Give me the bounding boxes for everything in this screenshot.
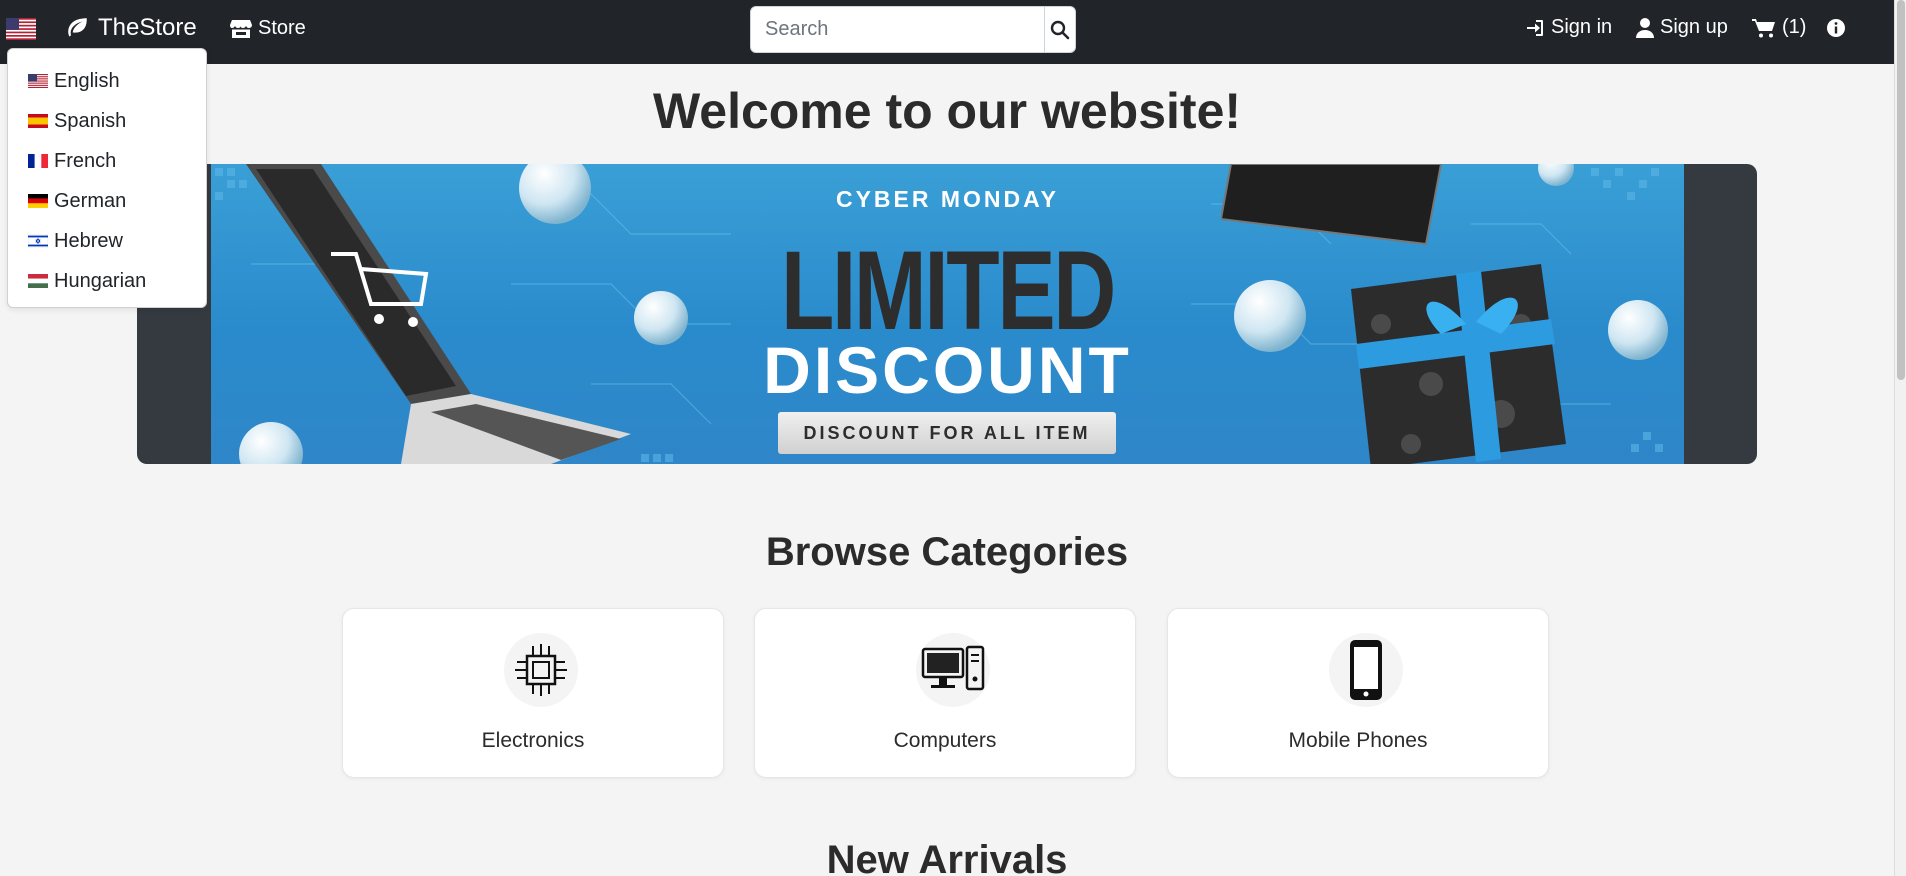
language-label: Hebrew (54, 229, 123, 252)
language-label: French (54, 149, 117, 172)
language-option-spanish[interactable]: Spanish (8, 101, 206, 141)
new-arrivals-heading: New Arrivals (826, 838, 1068, 876)
desktop-computer-icon (921, 645, 985, 691)
language-selector-button[interactable] (6, 18, 36, 40)
cyber-monday-banner-image: CYBER MONDAY LIMITED DISCOUNT DISCOUNT F… (211, 164, 1684, 464)
language-option-english[interactable]: English (8, 61, 206, 101)
us-flag-icon (28, 74, 48, 88)
search-icon (1050, 20, 1070, 39)
language-option-hungarian[interactable]: Hungarian (8, 261, 206, 301)
info-button[interactable] (1826, 18, 1846, 38)
user-icon (1636, 17, 1654, 38)
store-label: Store (258, 17, 306, 39)
info-icon (1827, 19, 1845, 37)
search-input[interactable] (751, 7, 1044, 52)
mobile-phone-icon (1350, 640, 1382, 700)
language-label: Hungarian (54, 269, 147, 292)
chip-icon (515, 644, 567, 696)
banner-tagline-pill: DISCOUNT FOR ALL ITEM (778, 412, 1116, 454)
welcome-heading: Welcome to our website! (652, 83, 1242, 139)
language-option-german[interactable]: German (8, 181, 206, 221)
sign-in-icon (1527, 19, 1543, 36)
category-icon-wrapper (916, 633, 990, 707)
category-label: Computers (893, 729, 997, 752)
category-icon-wrapper (504, 633, 578, 707)
cart-count: (1) (1782, 16, 1807, 38)
hero-banner-carousel[interactable]: CYBER MONDAY LIMITED DISCOUNT DISCOUNT F… (137, 164, 1757, 464)
language-option-french[interactable]: French (8, 141, 206, 181)
spain-flag-icon (28, 114, 48, 128)
france-flag-icon (28, 154, 48, 168)
language-dropdown-menu: English Spanish French German Hebrew Hun… (7, 48, 207, 308)
language-option-hebrew[interactable]: Hebrew (8, 221, 206, 261)
browse-categories-heading: Browse Categories (765, 530, 1129, 574)
category-card-electronics[interactable]: Electronics (342, 608, 724, 778)
search-button[interactable] (1044, 7, 1075, 52)
page-scrollbar[interactable] (1894, 0, 1906, 876)
brand-name: TheStore (98, 14, 197, 41)
store-nav-link[interactable]: Store (230, 17, 306, 40)
shopping-cart-icon (1752, 18, 1775, 37)
category-card-computers[interactable]: Computers (754, 608, 1136, 778)
language-label: Spanish (54, 109, 127, 132)
leaf-icon (68, 18, 87, 37)
sign-up-label: Sign up (1660, 16, 1728, 38)
cart-link[interactable]: (1) (1752, 16, 1806, 39)
search-box (750, 6, 1076, 53)
category-card-mobile-phones[interactable]: Mobile Phones (1167, 608, 1549, 778)
category-label: Electronics (481, 729, 585, 752)
language-label: English (54, 69, 120, 92)
top-navbar: TheStore Store Sign in Sign up (0, 0, 1894, 64)
category-label: Mobile Phones (1288, 729, 1428, 752)
israel-flag-icon (28, 234, 48, 248)
storefront-icon (230, 19, 252, 38)
us-flag-icon (6, 18, 36, 40)
hungary-flag-icon (28, 274, 48, 288)
category-icon-wrapper (1329, 633, 1403, 707)
language-label: German (54, 189, 127, 212)
scrollbar-thumb[interactable] (1897, 0, 1905, 380)
brand-logo-link[interactable]: TheStore (64, 14, 197, 42)
sign-up-link[interactable]: Sign up (1636, 16, 1728, 39)
sign-in-link[interactable]: Sign in (1525, 16, 1612, 39)
sign-in-label: Sign in (1551, 16, 1613, 38)
germany-flag-icon (28, 194, 48, 208)
banner-subheadline-text: DISCOUNT (763, 333, 1132, 407)
banner-kicker-text: CYBER MONDAY (835, 186, 1059, 212)
